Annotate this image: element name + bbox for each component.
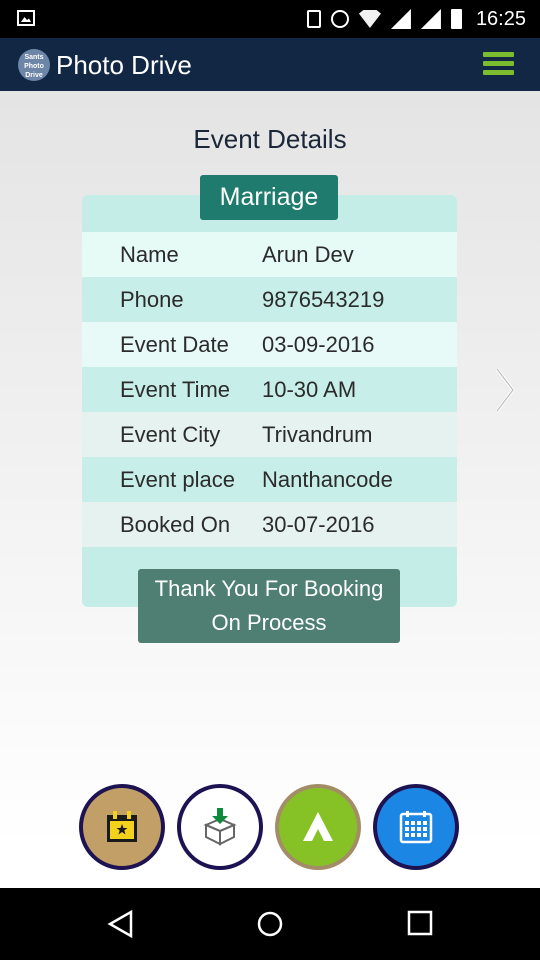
main-content: Event Details Marriage Name Arun Dev Pho… [0,91,540,888]
detail-row-event-city: Event City Trivandrum [82,412,457,457]
next-chevron-icon[interactable] [494,367,516,413]
app-title: Photo Drive [56,50,192,80]
detail-value: Trivandrum [262,421,373,447]
download-box-icon [203,808,237,846]
event-calendar-icon [107,811,137,842]
vibrate-icon [306,10,321,28]
alarm-icon [330,10,349,28]
detail-label: Booked On [120,511,231,537]
calendar-button[interactable] [373,784,459,870]
wifi-icon [358,10,381,28]
detail-value: 30-07-2016 [262,511,375,537]
detail-label: Event place [120,466,235,492]
battery-icon [450,9,462,29]
event-details-table: Name Arun Dev Phone 9876543219 Event Dat… [82,232,457,547]
home-icon[interactable] [256,910,284,938]
booking-status-line2: On Process [211,610,327,635]
detail-label: Event City [120,421,221,447]
upload-arrow-icon [303,812,333,841]
detail-label: Event Date [120,331,229,357]
status-time: 16:25 [475,7,526,30]
detail-row-booked-on: Booked On 30-07-2016 [82,502,457,547]
detail-row-event-date: Event Date 03-09-2016 [82,322,457,367]
signal-icon-2 [420,9,441,29]
page-title: Event Details [193,124,347,154]
image-notification-icon [17,10,35,26]
system-nav-bar [0,888,540,960]
calendar-grid-icon [399,811,433,844]
app-logo: Sants Photo Drive [18,49,50,81]
detail-label: Name [120,241,179,267]
detail-value: Arun Dev [262,241,354,267]
detail-row-event-place: Event place Nanthancode [82,457,457,502]
app-bar: Sants Photo Drive Photo Drive [0,38,540,91]
signal-icon [390,9,411,29]
booking-status-box: Thank You For Booking On Process [138,569,400,643]
detail-value: 9876543219 [262,286,385,312]
back-icon[interactable] [107,910,135,938]
event-calendar-button[interactable] [79,784,165,870]
detail-row-event-time: Event Time 10-30 AM [82,367,457,412]
detail-label: Event Time [120,376,231,402]
upload-button[interactable] [275,784,361,870]
detail-row-phone: Phone 9876543219 [82,277,457,322]
download-button[interactable] [177,784,263,870]
detail-label: Phone [120,286,184,312]
recents-icon[interactable] [407,910,433,936]
detail-row-name: Name Arun Dev [82,232,457,277]
event-type-badge: Marriage [200,175,338,220]
status-bar: 16:25 [0,0,540,38]
hamburger-menu-icon[interactable] [483,52,514,76]
detail-value: 10-30 AM [262,376,357,402]
booking-status-line1: Thank You For Booking [154,576,384,601]
detail-value: 03-09-2016 [262,331,375,357]
detail-value: Nanthancode [262,466,393,492]
